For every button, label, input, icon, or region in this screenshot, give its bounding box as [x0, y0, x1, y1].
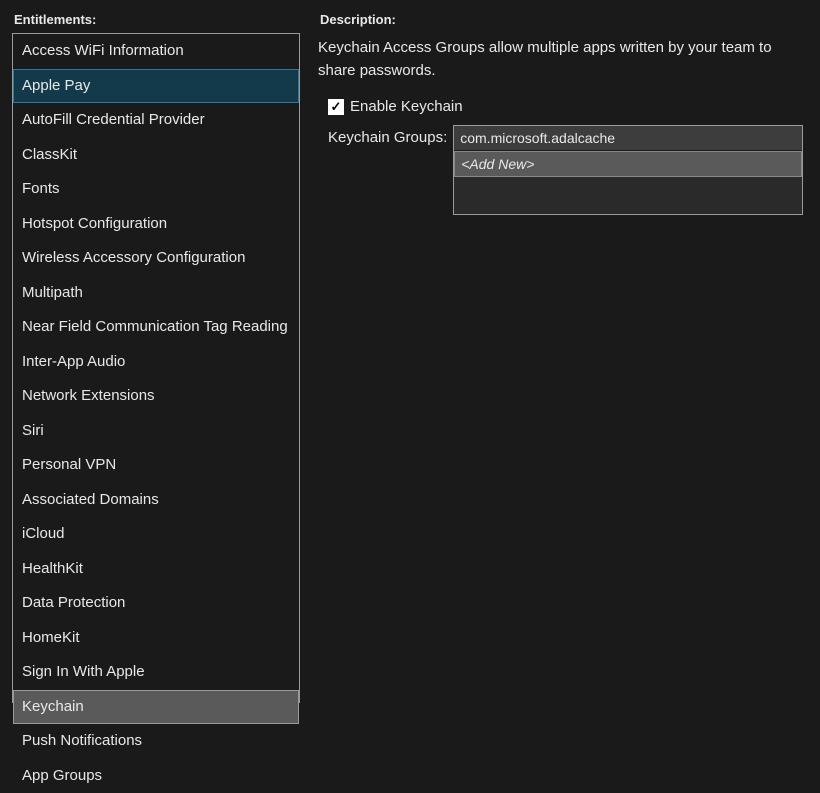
enable-keychain-checkbox[interactable]: ✓	[328, 99, 344, 115]
entitlement-item[interactable]: Sign In With Apple	[13, 655, 299, 690]
entitlements-list: Access WiFi InformationApple PayAutoFill…	[12, 33, 300, 703]
keychain-group-entry[interactable]: com.microsoft.adalcache	[454, 126, 802, 151]
entitlement-item[interactable]: Apple Pay	[13, 69, 299, 104]
entitlement-item[interactable]: iCloud	[13, 517, 299, 552]
entitlement-item[interactable]: ClassKit	[13, 138, 299, 173]
enable-keychain-label: Enable Keychain	[350, 98, 463, 115]
entitlement-item[interactable]: Data Protection	[13, 586, 299, 621]
entitlement-item[interactable]: Fonts	[13, 172, 299, 207]
entitlement-item[interactable]: Wireless Accessory Configuration	[13, 241, 299, 276]
entitlement-item[interactable]: Inter-App Audio	[13, 345, 299, 380]
entitlements-panel: Entitlements: Access WiFi InformationApp…	[12, 10, 300, 698]
entitlement-item[interactable]: Multipath	[13, 276, 299, 311]
keychain-group-add-new[interactable]: <Add New>	[454, 151, 802, 177]
entitlement-item[interactable]: Hotspot Configuration	[13, 207, 299, 242]
description-panel: Description: Keychain Access Groups allo…	[300, 10, 808, 698]
entitlement-item[interactable]: AutoFill Credential Provider	[13, 103, 299, 138]
entitlements-header: Entitlements:	[12, 10, 300, 33]
keychain-groups-row: Keychain Groups: com.microsoft.adalcache…	[318, 125, 808, 215]
entitlement-item[interactable]: HomeKit	[13, 621, 299, 656]
description-text: Keychain Access Groups allow multiple ap…	[318, 33, 808, 96]
entitlement-item[interactable]: Access WiFi Information	[13, 34, 299, 69]
entitlement-item[interactable]: Siri	[13, 414, 299, 449]
entitlement-item[interactable]: Near Field Communication Tag Reading	[13, 310, 299, 345]
description-header: Description:	[318, 10, 808, 33]
entitlement-item[interactable]: Personal VPN	[13, 448, 299, 483]
entitlement-item[interactable]: Associated Domains	[13, 483, 299, 518]
keychain-groups-label: Keychain Groups:	[328, 125, 447, 146]
entitlement-item[interactable]: App Groups	[13, 759, 299, 793]
entitlement-item[interactable]: Keychain	[13, 690, 299, 725]
entitlement-item[interactable]: Push Notifications	[13, 724, 299, 759]
keychain-groups-box: com.microsoft.adalcache<Add New>	[453, 125, 803, 215]
entitlement-item[interactable]: HealthKit	[13, 552, 299, 587]
enable-keychain-row[interactable]: ✓ Enable Keychain	[318, 96, 808, 125]
entitlement-item[interactable]: Network Extensions	[13, 379, 299, 414]
